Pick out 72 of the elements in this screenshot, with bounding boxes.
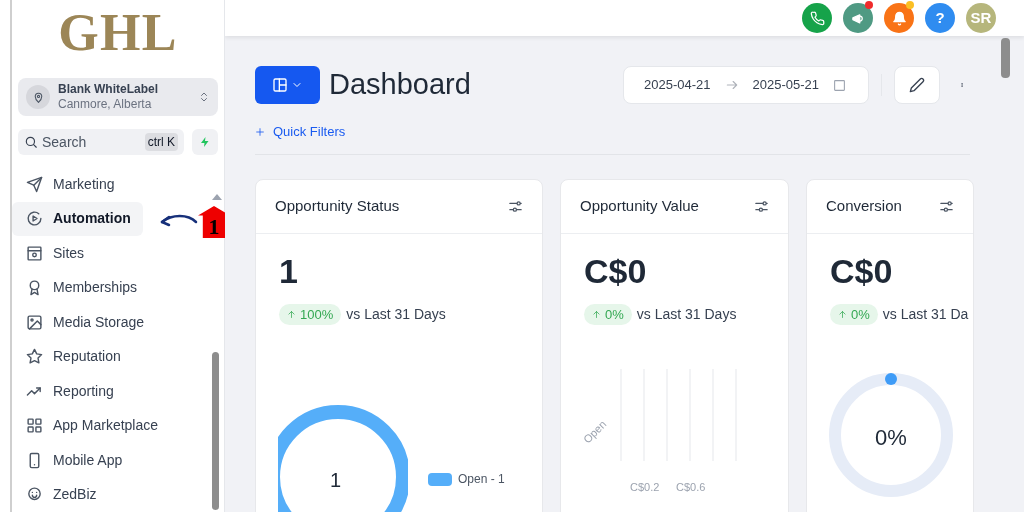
sidebar-item[interactable]: Automation: [12, 201, 143, 236]
paper-plane-icon: [26, 175, 43, 193]
tick-label: C$0.2: [630, 481, 660, 493]
sidebar-item[interactable]: Sites: [12, 236, 97, 271]
metric-value: C$0: [830, 253, 894, 288]
calendar-icon: [833, 78, 846, 92]
comparison-text: vs Last 31 Da: [882, 304, 969, 324]
sidebar-item[interactable]: Mobile App: [12, 443, 135, 478]
account-switcher[interactable]: Blank WhiteLabel Canmore, Alberta: [18, 78, 218, 116]
browser-window-icon: [26, 244, 43, 262]
legend-swatch: [428, 472, 452, 486]
bell-icon: [891, 10, 907, 26]
quick-filters-link[interactable]: Quick Filters: [255, 122, 346, 142]
scrollbar-thumb[interactable]: [1001, 38, 1010, 78]
sidebar-item[interactable]: Reputation: [12, 339, 133, 374]
arrow-up-icon: [592, 309, 601, 319]
app-grid-icon: [26, 417, 43, 435]
sliders-icon: [508, 198, 523, 214]
comparison-text: vs Last 31 Days: [346, 304, 446, 324]
tick-label: C$0.6: [676, 481, 706, 493]
sidebar-item[interactable]: Marketing: [12, 167, 127, 202]
search-input[interactable]: Search: [42, 131, 141, 153]
keyboard-shortcut: ctrl K: [144, 133, 178, 151]
phone-button[interactable]: [802, 3, 832, 33]
comparison-text: vs Last 31 Days: [636, 304, 737, 324]
card-title: Opportunity Status: [275, 195, 400, 216]
sidebar-item[interactable]: App Marketplace: [12, 408, 171, 443]
arrow-right-icon: [724, 78, 739, 92]
sidebar-item[interactable]: ZedBiz: [12, 477, 109, 512]
sidebar-item[interactable]: Reporting: [12, 374, 126, 409]
layout-menu-button[interactable]: [255, 66, 320, 104]
change-badge: 0%: [584, 303, 632, 325]
date-range-picker[interactable]: 2025-04-21 2025-05-21: [623, 66, 869, 104]
metric-value: C$0: [584, 253, 648, 288]
card-title: Opportunity Value: [580, 195, 699, 216]
sliders-icon: [939, 198, 954, 214]
filter-settings-button[interactable]: [939, 198, 954, 214]
account-name: Blank WhiteLabel: [58, 82, 159, 98]
filter-settings-button[interactable]: [754, 198, 769, 214]
scrollbar-thumb[interactable]: [212, 352, 219, 510]
arrow-up-icon: [287, 309, 296, 319]
phone-icon: [809, 10, 825, 26]
search-icon: [24, 135, 38, 149]
bell-button[interactable]: [884, 3, 914, 33]
sliders-icon: [754, 198, 769, 214]
end-date: 2025-05-21: [752, 76, 819, 95]
donut-center-value: 1: [330, 468, 342, 493]
edit-button[interactable]: [894, 66, 940, 104]
play-circle-icon: [26, 210, 43, 228]
layout-panel-icon: [272, 77, 288, 93]
megaphone-button[interactable]: [843, 3, 873, 33]
plus-icon: [255, 126, 265, 137]
legend-label: Open - 1: [458, 471, 505, 488]
gauge-reading: 0%: [874, 424, 908, 452]
filter-settings-button[interactable]: [508, 198, 523, 214]
star-icon: [26, 348, 43, 366]
search-field[interactable]: Search ctrl K: [18, 129, 184, 155]
lightning-icon: [199, 135, 211, 149]
card-title: Conversion: [826, 195, 902, 216]
quick-action-button[interactable]: [192, 129, 218, 155]
brand-logo: GHL: [58, 7, 178, 60]
change-badge: 0%: [830, 303, 878, 325]
page-title: Dashboard: [329, 67, 471, 103]
sidebar-item[interactable]: Media Storage: [12, 305, 157, 340]
arrow-up-icon: [838, 309, 847, 319]
pencil-icon: [909, 77, 925, 93]
account-location: Canmore, Alberta: [58, 97, 153, 113]
image-icon: [26, 313, 43, 331]
metric-value: 1: [279, 253, 299, 288]
change-badge: 100%: [279, 303, 342, 325]
sidebar-item[interactable]: Memberships: [12, 270, 150, 305]
start-date: 2025-04-21: [644, 76, 711, 95]
